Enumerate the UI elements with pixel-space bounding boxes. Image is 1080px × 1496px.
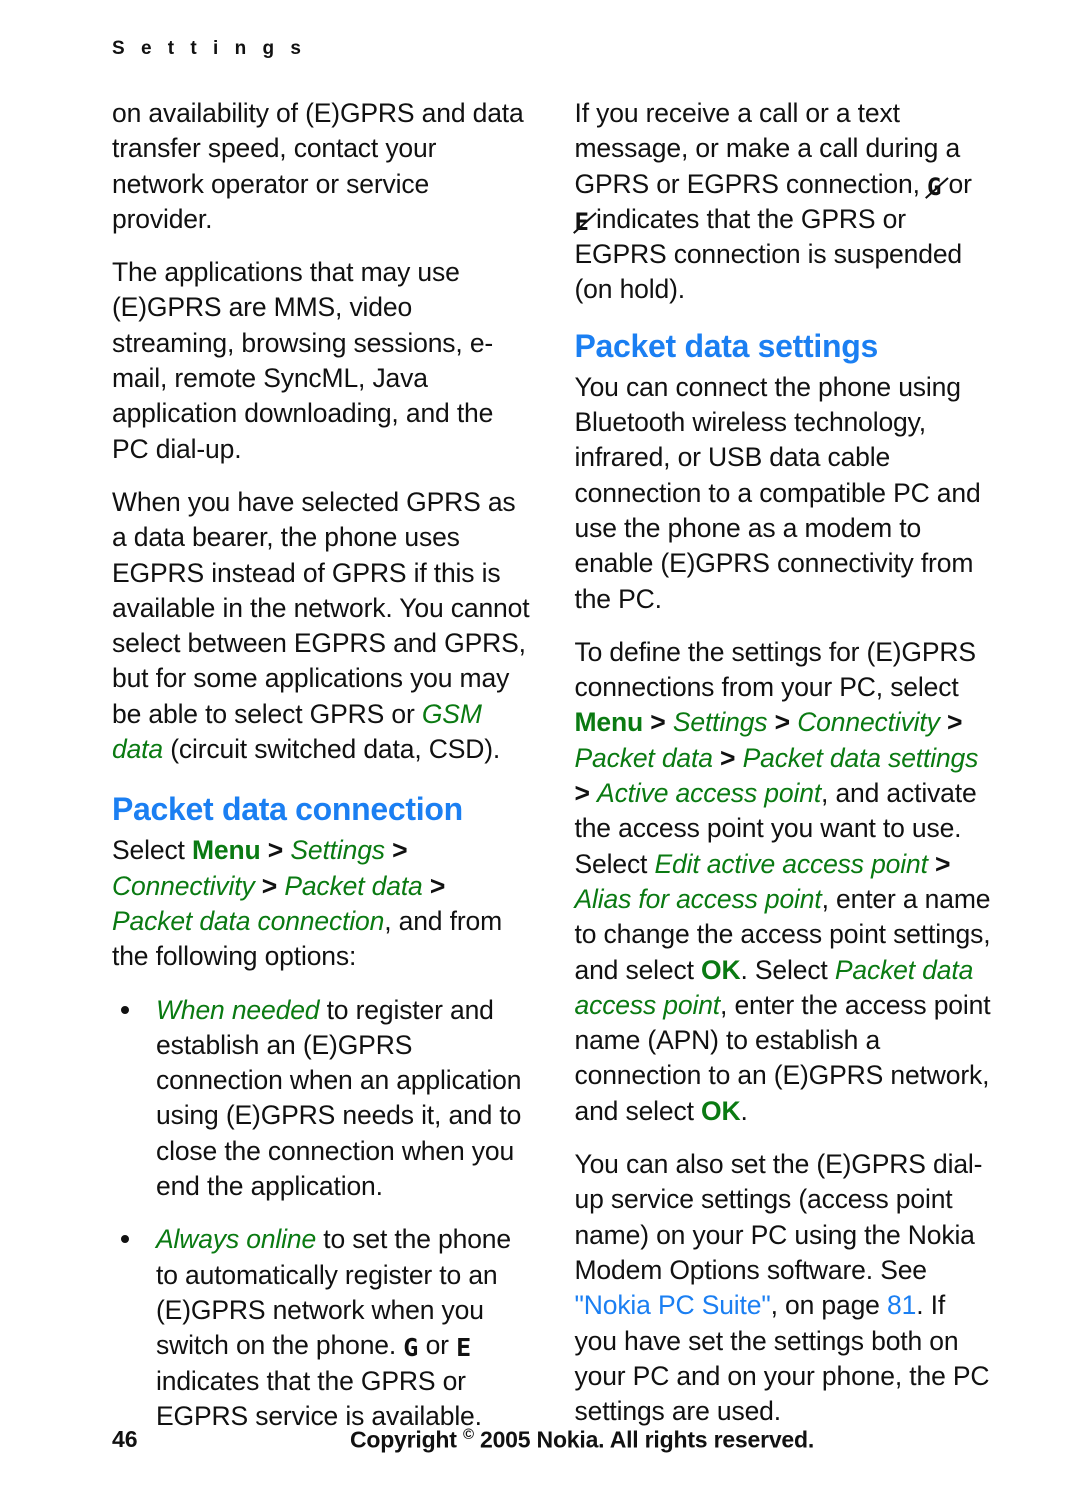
- text-run: or: [941, 168, 972, 199]
- paragraph-suspended-connection: If you receive a call or a text message,…: [575, 96, 993, 308]
- menu-separator: >: [574, 778, 598, 809]
- menu-separator: >: [712, 742, 743, 773]
- menu-term-ok: OK: [701, 1095, 741, 1126]
- menu-term-packet-data-connection: Packet data connection: [112, 905, 385, 936]
- paragraph-connect-phone: You can connect the phone using Bluetoot…: [574, 371, 981, 614]
- manual-page: S e t t i n g s on availability of (E)GP…: [0, 0, 1080, 1496]
- copyright-notice: Copyright © 2005 Nokia. All rights reser…: [112, 1426, 992, 1454]
- menu-term-edit-active-access-point: Edit active access point: [654, 848, 928, 879]
- menu-separator: >: [939, 707, 963, 738]
- menu-separator: >: [927, 848, 951, 879]
- text-run: If you receive a call or a text message,…: [574, 98, 961, 199]
- heading-packet-data-settings: Packet data settings: [574, 327, 879, 364]
- cross-reference-link-nokia-pc-suite[interactable]: "Nokia PC Suite": [575, 1290, 771, 1320]
- text-run: Copyright: [349, 1426, 463, 1453]
- option-term-always-online: Always online: [156, 1224, 317, 1255]
- text-run: When you have selected GPRS as a data be…: [112, 486, 530, 729]
- menu-separator: >: [643, 707, 673, 738]
- right-column: If you receive a call or a text message,…: [575, 96, 993, 1452]
- running-header: S e t t i n g s: [112, 38, 307, 59]
- bullet-dot-icon: [121, 1005, 129, 1014]
- menu-term-packet-data: Packet data: [574, 742, 713, 773]
- bullet-dot-icon: [121, 1235, 129, 1244]
- paragraph-menu-path-intro: Select Menu > Settings > Connectivity > …: [112, 833, 530, 974]
- egprs-available-icon: E: [456, 1333, 472, 1363]
- menu-term-active-access-point: Active access point: [597, 778, 822, 809]
- menu-term-settings: Settings: [290, 835, 385, 866]
- gprs-available-icon: G: [403, 1333, 419, 1363]
- menu-term-menu: Menu: [574, 707, 644, 738]
- paragraph-define-settings: To define the settings for (E)GPRS conne…: [575, 635, 993, 1129]
- cross-reference-page-number[interactable]: 81: [887, 1290, 916, 1320]
- menu-term-alias-for-access-point: Alias for access point: [574, 883, 822, 914]
- text-run: You can also set the (E)GPRS dial-up ser…: [574, 1149, 983, 1285]
- text-run: indicates that the GPRS or EGPRS connect…: [574, 203, 963, 305]
- menu-term-ok: OK: [701, 954, 741, 985]
- menu-separator: >: [384, 835, 408, 866]
- text-run: indicates that the GPRS or EGPRS service…: [156, 1365, 482, 1431]
- menu-separator: >: [767, 707, 798, 738]
- left-column: on availability of (E)GPRS and data tran…: [112, 96, 530, 1452]
- text-run: to register and establish an (E)GPRS con…: [156, 994, 522, 1202]
- egprs-suspended-icon: E: [574, 207, 589, 236]
- menu-separator: >: [422, 870, 446, 901]
- text-run: Select: [112, 835, 192, 866]
- list-item: Always online to set the phone to automa…: [112, 1222, 530, 1434]
- options-list: When needed to register and establish an…: [112, 993, 530, 1435]
- heading-packet-data-connection: Packet data connection: [112, 791, 463, 828]
- text-run: or: [418, 1330, 457, 1361]
- paragraph-dialup-service: You can also set the (E)GPRS dial-up ser…: [575, 1147, 993, 1429]
- text-run: . Select: [740, 954, 835, 985]
- menu-term-settings: Settings: [672, 707, 768, 738]
- menu-term-connectivity: Connectivity: [112, 870, 255, 901]
- page-columns: on availability of (E)GPRS and data tran…: [112, 96, 992, 1452]
- copyright-symbol-icon: ©: [462, 1426, 474, 1443]
- paragraph-availability: on availability of (E)GPRS and data tran…: [112, 98, 524, 234]
- text-run: 2005 Nokia. All rights reserved.: [473, 1426, 815, 1453]
- text-run: (circuit switched data, CSD).: [162, 734, 501, 765]
- menu-separator: >: [260, 835, 291, 866]
- list-item: When needed to register and establish an…: [112, 993, 530, 1205]
- text-run: , on page: [770, 1290, 887, 1321]
- paragraph-data-bearer: When you have selected GPRS as a data be…: [112, 485, 530, 767]
- paragraph-applications: The applications that may use (E)GPRS ar…: [112, 257, 494, 464]
- menu-term-packet-data: Packet data: [284, 870, 423, 901]
- menu-separator: >: [254, 870, 285, 901]
- option-term-when-needed: When needed: [156, 994, 320, 1025]
- menu-term-packet-data-settings: Packet data settings: [742, 742, 979, 773]
- page-footer: 46 Copyright © 2005 Nokia. All rights re…: [112, 1426, 992, 1454]
- gprs-suspended-icon: G: [927, 172, 942, 201]
- menu-term-connectivity: Connectivity: [797, 707, 940, 738]
- menu-term-menu: Menu: [191, 835, 261, 866]
- text-run: .: [740, 1095, 748, 1126]
- text-run: To define the settings for (E)GPRS conne…: [574, 636, 977, 703]
